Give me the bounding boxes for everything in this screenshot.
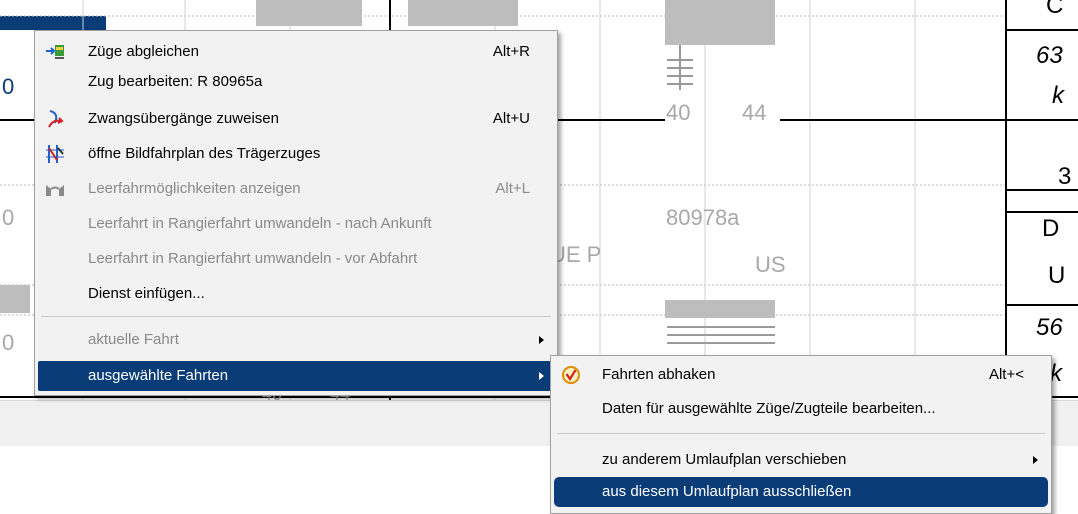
menu-item-label: Züge abgleichen [88, 43, 199, 60]
context-menu: Züge abgleichen Alt+R Zug bearbeiten: R … [34, 30, 558, 396]
check-circle-icon [562, 366, 580, 384]
menu-item-label: Leerfahrt in Rangierfahrt umwandeln - vo… [88, 250, 418, 267]
menu-item-bildfahrplan[interactable]: öffne Bildfahrplan des Trägerzuges [38, 139, 554, 169]
left-edge-text: 0 [2, 74, 15, 99]
menu-item-shortcut: Alt+R [492, 43, 530, 60]
menu-item-zug-bearbeiten[interactable]: Zug bearbeiten: R 80965a [38, 67, 554, 97]
menu-item-label: Leerfahrt in Rangierfahrt umwandeln - na… [88, 215, 432, 232]
submenu-arrow-icon [539, 372, 544, 380]
menu-item-label: ausgewählte Fahrten [88, 367, 229, 384]
menu-item-leerfahrmoeglichkeiten[interactable]: Leerfahrmöglichkeiten anzeigen Alt+L [38, 174, 554, 204]
right-column-text: 63 [1036, 42, 1063, 69]
forced-transition-icon [48, 110, 64, 128]
graph-station-code: US [755, 252, 786, 277]
submenu-item-ausschliessen[interactable]: aus diesem Umlaufplan ausschließen [554, 477, 1048, 507]
menu-separator [41, 316, 551, 317]
menu-item-label: öffne Bildfahrplan des Trägerzuges [88, 145, 321, 162]
submenu-item-label: zu anderem Umlaufplan verschieben [602, 451, 847, 468]
left-edge-text: 0 [2, 205, 15, 230]
menu-item-zuege-abgleichen[interactable]: Züge abgleichen Alt+R [38, 37, 554, 67]
right-column-text: D [1042, 215, 1060, 242]
menu-item-shortcut: Alt+U [492, 110, 530, 127]
left-edge-text: 0 [2, 330, 15, 355]
graph-time-label: 40 [666, 100, 691, 125]
menu-item-aktuelle-fahrt[interactable]: aktuelle Fahrt [38, 325, 554, 355]
submenu-item-label: Daten für ausgewählte Züge/Zugteile bear… [602, 400, 936, 417]
menu-item-zwangsuebergaenge[interactable]: Zwangsübergänge zuweisen Alt+U [38, 104, 554, 134]
menu-item-leerfahrt-nach-ankunft[interactable]: Leerfahrt in Rangierfahrt umwandeln - na… [38, 209, 554, 239]
menu-item-label: Zwangsübergänge zuweisen [88, 110, 279, 127]
right-column-text: C [1046, 0, 1064, 19]
menu-item-leerfahrt-vor-abfahrt[interactable]: Leerfahrt in Rangierfahrt umwandeln - vo… [38, 244, 554, 274]
submenu-arrow-icon [1033, 456, 1038, 464]
graph-time-label: 44 [742, 100, 767, 125]
submenu-item-fahrten-abhaken[interactable]: Fahrten abhaken Alt+< [554, 360, 1048, 390]
submenu-item-shortcut: Alt+< [988, 366, 1024, 383]
menu-item-label: aktuelle Fahrt [88, 331, 179, 348]
menu-item-dienst-einfuegen[interactable]: Dienst einfügen... [38, 279, 554, 309]
submenu-item-label: Fahrten abhaken [602, 366, 716, 383]
menu-item-label: Leerfahrmöglichkeiten anzeigen [88, 180, 301, 197]
graphic-timetable-icon [46, 145, 64, 163]
menu-item-ausgewaehlte-fahrten[interactable]: ausgewählte Fahrten [38, 361, 554, 391]
right-column-text: 3 [1058, 163, 1072, 190]
right-column-text: 56 [1036, 314, 1063, 341]
selected-train-bar [0, 16, 106, 30]
submenu-arrow-icon [539, 336, 544, 344]
submenu-item-daten-bearbeiten[interactable]: Daten für ausgewählte Züge/Zugteile bear… [554, 394, 1048, 424]
graph-train-number: 80978a [666, 205, 740, 230]
menu-item-label: Dienst einfügen... [88, 285, 205, 302]
menu-item-shortcut: Alt+L [495, 180, 530, 197]
submenu-item-verschieben[interactable]: zu anderem Umlaufplan verschieben [554, 445, 1048, 475]
train-sync-icon [46, 45, 64, 59]
submenu-item-label: aus diesem Umlaufplan ausschließen [602, 483, 852, 500]
right-column-text: k [1052, 82, 1064, 109]
right-column-text: U [1048, 262, 1066, 289]
menu-item-label: Zug bearbeiten: R 80965a [88, 73, 263, 90]
menu-separator [557, 433, 1045, 434]
submenu: Fahrten abhaken Alt+< Daten für ausgewäh… [550, 355, 1052, 514]
empty-run-icon [46, 185, 64, 196]
